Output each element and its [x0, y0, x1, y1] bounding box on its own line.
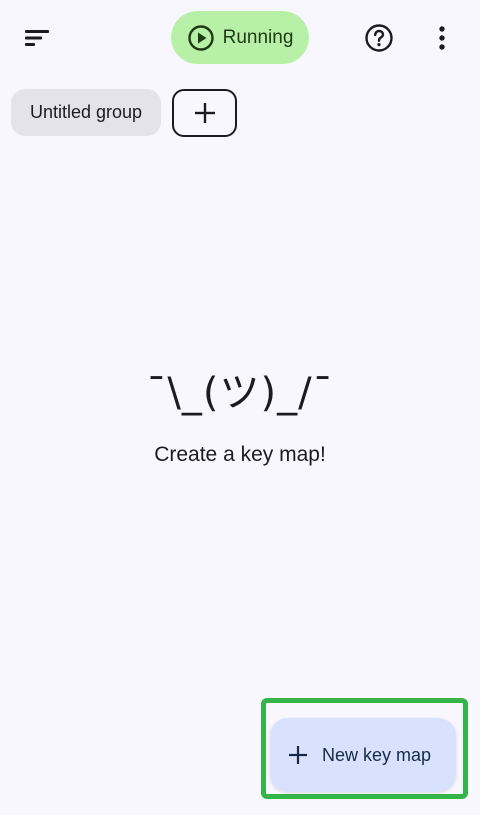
add-icon: [289, 746, 307, 764]
help-button[interactable]: [356, 16, 402, 60]
group-chip-untitled[interactable]: Untitled group: [11, 89, 161, 136]
add-icon: [194, 103, 215, 123]
help-circle-icon: [365, 24, 393, 52]
running-status-label: Running: [222, 26, 294, 48]
new-key-map-label: New key map: [322, 744, 432, 765]
play-circle-icon: [187, 24, 214, 51]
running-status-button[interactable]: Running: [171, 11, 309, 64]
top-app-bar: Running: [0, 0, 480, 76]
group-chip-label: Untitled group: [29, 102, 143, 122]
new-key-map-button[interactable]: New key map: [270, 718, 456, 792]
sort-button[interactable]: [14, 18, 60, 58]
more-options-button[interactable]: [422, 16, 462, 60]
sort-icon: [25, 30, 49, 46]
empty-state-message: Create a key map!: [154, 443, 326, 466]
add-group-button[interactable]: [172, 89, 237, 137]
empty-state-emoticon: ¯\_(ツ)_/¯: [146, 370, 334, 416]
more-vert-icon: [439, 26, 445, 50]
